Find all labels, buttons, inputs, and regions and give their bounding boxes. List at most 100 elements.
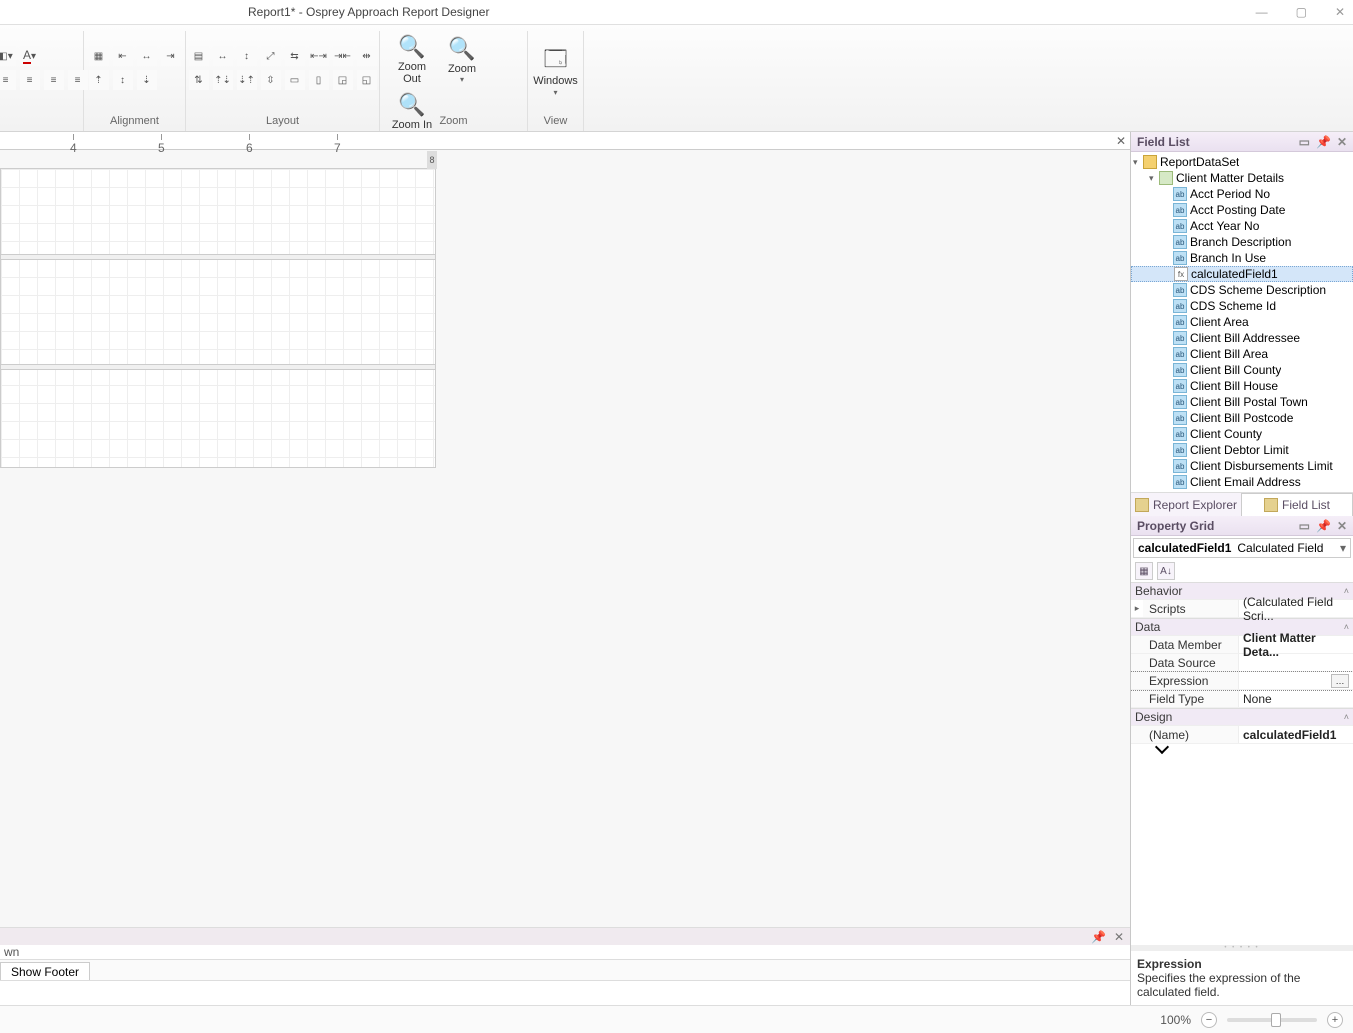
- tab-show-footer[interactable]: Show Footer: [0, 962, 90, 980]
- window-title: Report1* - Osprey Approach Report Design…: [248, 5, 489, 19]
- collapse-icon[interactable]: ▾: [1133, 157, 1143, 168]
- property-row-scripts[interactable]: ▸ Scripts (Calculated Field Scri...: [1131, 600, 1353, 618]
- zoom-in-button[interactable]: 🔍 Zoom In: [388, 91, 436, 131]
- collapse-icon[interactable]: ▾: [1149, 173, 1159, 184]
- tree-node-field[interactable]: calculatedField1: [1131, 266, 1353, 282]
- expand-icon[interactable]: ▸: [1131, 600, 1143, 617]
- property-row-data-member[interactable]: Data Member Client Matter Deta...: [1131, 636, 1353, 654]
- align-middles-button[interactable]: ↕: [113, 70, 133, 90]
- property-value[interactable]: Client Matter Deta...: [1239, 636, 1353, 653]
- pin-icon[interactable]: 📌: [1316, 519, 1331, 533]
- minimize-button[interactable]: —: [1256, 5, 1268, 19]
- tree-node-field[interactable]: Acct Posting Date: [1131, 202, 1353, 218]
- field-tree[interactable]: ▾ ReportDataSet ▾ Client Matter Details …: [1131, 152, 1353, 492]
- close-button[interactable]: ✕: [1335, 5, 1345, 19]
- align-rights-button[interactable]: ⇥: [161, 46, 181, 66]
- property-row-expression[interactable]: Expression …: [1131, 672, 1353, 690]
- same-height-button[interactable]: ↕: [237, 46, 257, 66]
- tree-node-field[interactable]: CDS Scheme Description: [1131, 282, 1353, 298]
- tree-node-field[interactable]: Branch In Use: [1131, 250, 1353, 266]
- property-row-name[interactable]: (Name) calculatedField1: [1131, 726, 1353, 744]
- window-position-icon[interactable]: ▭: [1299, 519, 1310, 533]
- zoom-plus-button[interactable]: +: [1327, 1012, 1343, 1028]
- hspace-remove-button[interactable]: ⇹: [357, 46, 377, 66]
- vspace-equal-button[interactable]: ⇅: [189, 70, 209, 90]
- maximize-button[interactable]: ▢: [1296, 5, 1307, 19]
- zoom-slider[interactable]: [1227, 1018, 1317, 1022]
- tree-node-field[interactable]: Client Bill Area: [1131, 346, 1353, 362]
- tree-node-field[interactable]: Client Area: [1131, 314, 1353, 330]
- collapse-icon[interactable]: ˄: [1344, 712, 1349, 722]
- band-separator[interactable]: [1, 254, 435, 260]
- tab-field-list[interactable]: Field List: [1241, 493, 1353, 516]
- font-color-button[interactable]: A▾: [20, 46, 40, 66]
- property-value[interactable]: [1239, 654, 1353, 671]
- design-close-icon[interactable]: ✕: [1116, 134, 1126, 148]
- pin-icon[interactable]: 📌: [1316, 135, 1331, 149]
- ellipsis-button[interactable]: …: [1331, 674, 1349, 688]
- tree-node-dataset[interactable]: ▾ ReportDataSet: [1131, 154, 1353, 170]
- alphabetical-button[interactable]: A↓: [1157, 562, 1175, 580]
- zoom-button[interactable]: 🔍 Zoom ▾: [442, 35, 482, 84]
- hspace-inc-button[interactable]: ⇤⇥: [309, 46, 329, 66]
- band-separator[interactable]: [1, 364, 435, 370]
- tree-node-field[interactable]: Client Bill Postal Town: [1131, 394, 1353, 410]
- tab-report-explorer[interactable]: Report Explorer: [1131, 493, 1241, 516]
- tree-node-field[interactable]: Client Bill County: [1131, 362, 1353, 378]
- same-width-button[interactable]: ↔: [213, 46, 233, 66]
- tree-node-field[interactable]: CDS Scheme Id: [1131, 298, 1353, 314]
- tree-node-field[interactable]: Branch Description: [1131, 234, 1353, 250]
- property-row-field-type[interactable]: Field Type None: [1131, 690, 1353, 708]
- windows-button[interactable]: 🗔 Windows ▾: [532, 47, 580, 96]
- align-bottoms-button[interactable]: ⇣: [137, 70, 157, 90]
- send-back-button[interactable]: ◱: [357, 70, 377, 90]
- tree-node-field[interactable]: Client Disbursements Limit: [1131, 458, 1353, 474]
- categorized-button[interactable]: ▦: [1135, 562, 1153, 580]
- property-value[interactable]: None: [1239, 690, 1353, 707]
- center-vert-button[interactable]: ▯: [309, 70, 329, 90]
- bring-front-button[interactable]: ◲: [333, 70, 353, 90]
- category-design[interactable]: Design ˄: [1131, 708, 1353, 726]
- tree-node-table[interactable]: ▾ Client Matter Details: [1131, 170, 1353, 186]
- property-object-selector[interactable]: calculatedField1 Calculated Field ▾: [1133, 538, 1351, 558]
- align-lefts-button[interactable]: ⇤: [113, 46, 133, 66]
- vspace-dec-button[interactable]: ⇣⇡: [237, 70, 257, 90]
- window-position-icon[interactable]: ▭: [1299, 135, 1310, 149]
- fill-color-button[interactable]: ◧▾: [0, 46, 16, 66]
- property-value[interactable]: …: [1239, 672, 1353, 689]
- align-right-button[interactable]: ≡: [44, 70, 64, 90]
- zoom-out-button[interactable]: 🔍 Zoom Out: [388, 33, 436, 85]
- tree-node-field[interactable]: Client Email Address: [1131, 474, 1353, 490]
- tree-node-field[interactable]: Client Bill Addressee: [1131, 330, 1353, 346]
- pin-icon[interactable]: 📌: [1091, 930, 1106, 944]
- report-canvas[interactable]: 8: [0, 168, 436, 468]
- design-surface[interactable]: ✕ 4 5 6 7 8 📌 ✕ wn Show Footer: [0, 132, 1130, 1005]
- close-icon[interactable]: ✕: [1337, 135, 1347, 149]
- zoom-slider-thumb[interactable]: [1271, 1013, 1281, 1027]
- vspace-remove-button[interactable]: ⇳: [261, 70, 281, 90]
- tree-node-field[interactable]: Acct Period No: [1131, 186, 1353, 202]
- center-horiz-button[interactable]: ▭: [285, 70, 305, 90]
- hspace-equal-button[interactable]: ⇆: [285, 46, 305, 66]
- close-icon[interactable]: ✕: [1337, 519, 1347, 533]
- tree-node-field[interactable]: Client Bill Postcode: [1131, 410, 1353, 426]
- hspace-dec-button[interactable]: ⇥⇤: [333, 46, 353, 66]
- align-tops-button[interactable]: ⇡: [89, 70, 109, 90]
- property-row-data-source[interactable]: Data Source: [1131, 654, 1353, 672]
- property-value[interactable]: calculatedField1: [1239, 726, 1353, 743]
- align-left-button[interactable]: ≡: [0, 70, 16, 90]
- size-to-grid-button[interactable]: ▤: [189, 46, 209, 66]
- close-icon[interactable]: ✕: [1114, 930, 1124, 944]
- align-to-grid-button[interactable]: ▦: [89, 46, 109, 66]
- align-center-button[interactable]: ≡: [20, 70, 40, 90]
- tree-node-field[interactable]: Acct Year No: [1131, 218, 1353, 234]
- tree-node-field[interactable]: Client County: [1131, 426, 1353, 442]
- same-size-button[interactable]: ⤢: [261, 46, 281, 66]
- chevron-down-icon[interactable]: ▾: [1340, 541, 1346, 555]
- align-centers-button[interactable]: ↔: [137, 46, 157, 66]
- tree-node-field[interactable]: Client Debtor Limit: [1131, 442, 1353, 458]
- tree-node-field[interactable]: Client Bill House: [1131, 378, 1353, 394]
- property-value[interactable]: (Calculated Field Scri...: [1239, 600, 1353, 617]
- zoom-minus-button[interactable]: −: [1201, 1012, 1217, 1028]
- vspace-inc-button[interactable]: ⇡⇣: [213, 70, 233, 90]
